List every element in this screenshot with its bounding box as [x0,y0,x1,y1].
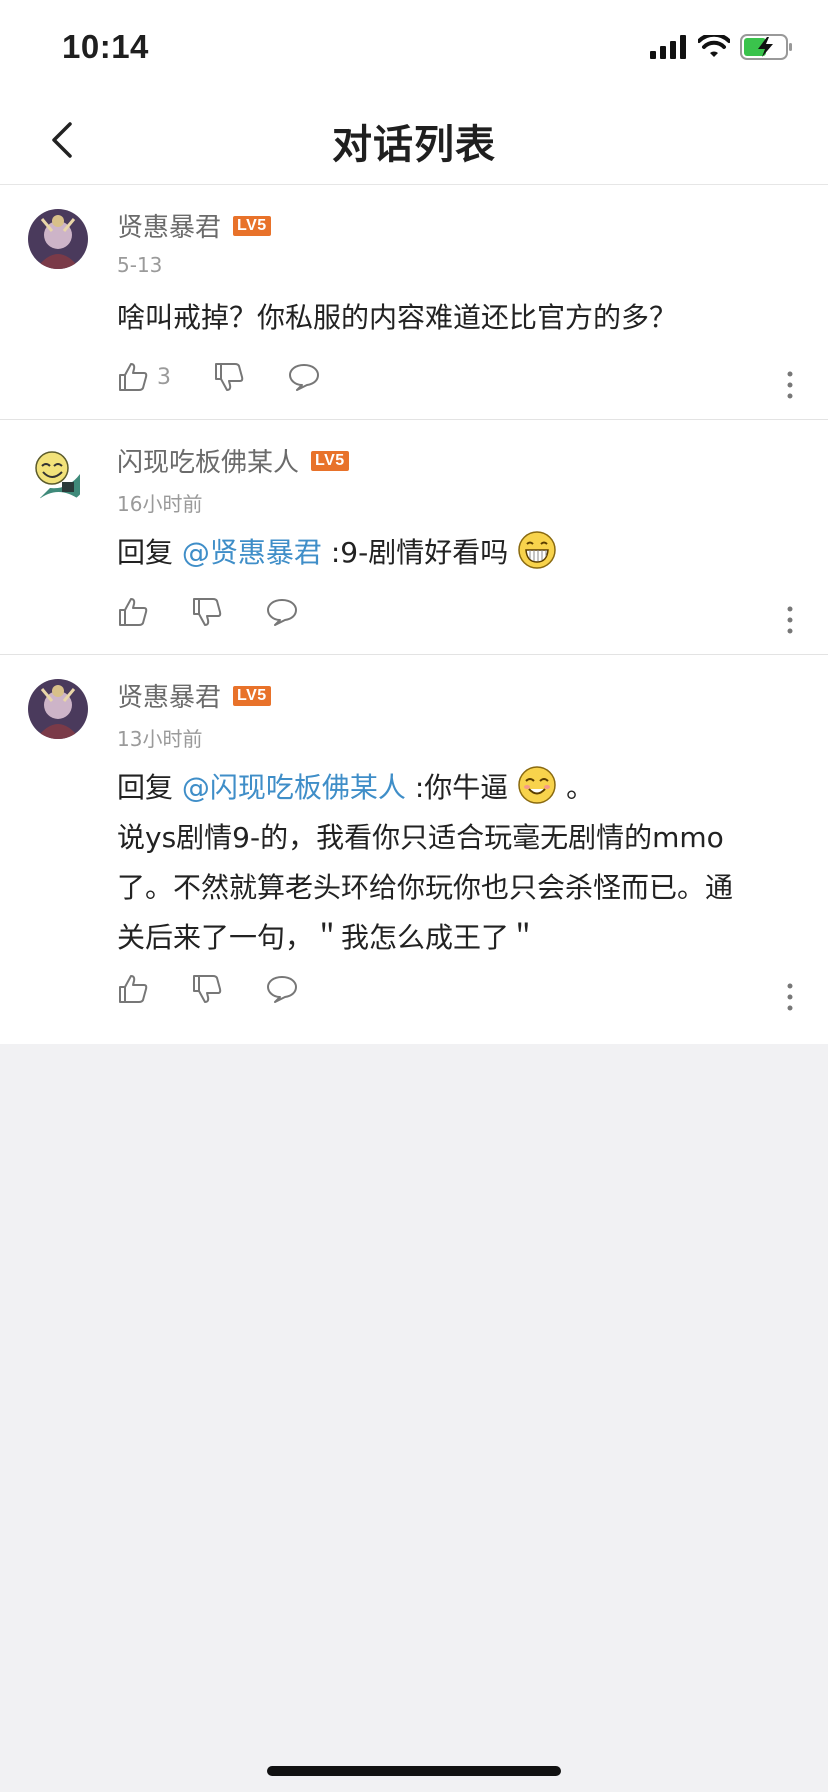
like-button[interactable] [117,973,149,1005]
reply-prefix: 回复 [117,771,174,804]
comment-date: 5-13 [117,253,163,277]
thumbs-down-icon [193,598,222,626]
reply-button[interactable] [265,597,299,627]
more-vertical-icon [787,983,793,1011]
more-vertical-icon [787,371,793,399]
thumbs-up-icon [119,598,148,626]
comment-line: 回复 @闪现吃板佛某人 :你牛逼 。 [117,763,788,813]
signal-icon [650,35,686,59]
comment-item: 贤惠暴君 LV5 5-13 啥叫戒掉？你私服的内容难道还比官方的多？ 3 [0,185,828,420]
comment-date: 13小时前 [117,727,203,751]
comment-actions [117,973,341,1005]
comment-date: 16小时前 [117,492,203,516]
comment-item: 闪现吃板佛某人 LV5 16小时前 回复 @贤惠暴君 :9-剧情好看吗 [0,420,828,655]
thumbs-up-icon [119,363,148,391]
comment-actions [117,596,341,628]
avatar[interactable] [28,444,88,504]
reply-button[interactable] [287,362,321,392]
nav-header: 对话列表 [0,96,828,185]
more-options-button[interactable] [782,368,798,402]
comment-text-content: :你牛逼 [414,771,509,804]
author-name[interactable]: 贤惠暴君 [117,207,221,244]
status-time: 10:14 [62,28,149,65]
comment-text: 回复 @贤惠暴君 :9-剧情好看吗 [117,528,788,578]
author-row: 贤惠暴君 LV5 [117,677,271,714]
author-name[interactable]: 闪现吃板佛某人 [117,442,299,479]
thumbs-down-icon [215,363,244,391]
comment-text: 啥叫戒掉？你私服的内容难道还比官方的多？ [117,293,788,343]
wifi-icon [698,35,730,57]
more-options-button[interactable] [782,603,798,637]
reply-button[interactable] [265,974,299,1004]
comment-text: 回复 @闪现吃板佛某人 :你牛逼 。 说ys剧情9-的，我看你只适合玩毫无剧情的… [117,763,788,963]
battery-charging-icon [740,34,792,60]
reply-prefix: 回复 [117,536,174,569]
level-badge: LV5 [233,215,271,236]
comment-text-tail: 。 [566,771,595,804]
level-badge: LV5 [311,450,349,471]
page-title: 对话列表 [332,122,496,168]
dislike-button[interactable] [191,973,223,1005]
comment-text-content: :9-剧情好看吗 [330,536,509,569]
status-bar: 10:14 [0,0,828,96]
status-icons [650,34,794,60]
comment-bubble-icon [289,364,319,391]
like-button[interactable] [117,596,149,628]
comment-list: 贤惠暴君 LV5 5-13 啥叫戒掉？你私服的内容难道还比官方的多？ 3 闪现吃… [0,185,828,1044]
author-row: 贤惠暴君 LV5 [117,207,271,244]
home-indicator[interactable] [267,1766,561,1776]
comment-text-content: 啥叫戒掉？你私服的内容难道还比官方的多？ [117,301,678,334]
comment-line: 说ys剧情9-的，我看你只适合玩毫无剧情的mmo [117,821,724,854]
dislike-button[interactable] [213,361,245,393]
mention-link[interactable]: @贤惠暴君 [182,536,322,569]
comment-bubble-icon [267,599,297,626]
comment-line: 关后来了一句，＂我怎么成王了＂ [117,921,538,954]
author-row: 闪现吃板佛某人 LV5 [117,442,349,479]
more-options-button[interactable] [782,980,798,1014]
mention-link[interactable]: @闪现吃板佛某人 [182,771,406,804]
like-count: 3 [157,364,171,390]
comment-bubble-icon [267,976,297,1003]
avatar[interactable] [28,209,88,269]
avatar[interactable] [28,679,88,739]
dislike-button[interactable] [191,596,223,628]
thumbs-up-icon [119,975,148,1003]
comment-actions: 3 [117,361,363,393]
author-name[interactable]: 贤惠暴君 [117,677,221,714]
comment-item: 贤惠暴君 LV5 13小时前 回复 @闪现吃板佛某人 :你牛逼 。 说ys剧情9… [0,655,828,1044]
level-badge: LV5 [233,685,271,706]
more-vertical-icon [787,606,793,634]
like-button[interactable]: 3 [117,361,171,393]
thumbs-down-icon [193,975,222,1003]
grinning-emoji-icon [518,531,556,569]
comment-line: 了。不然就算老头环给你玩你也只会杀怪而已。通 [117,871,734,904]
smiling-emoji-icon [518,766,556,804]
